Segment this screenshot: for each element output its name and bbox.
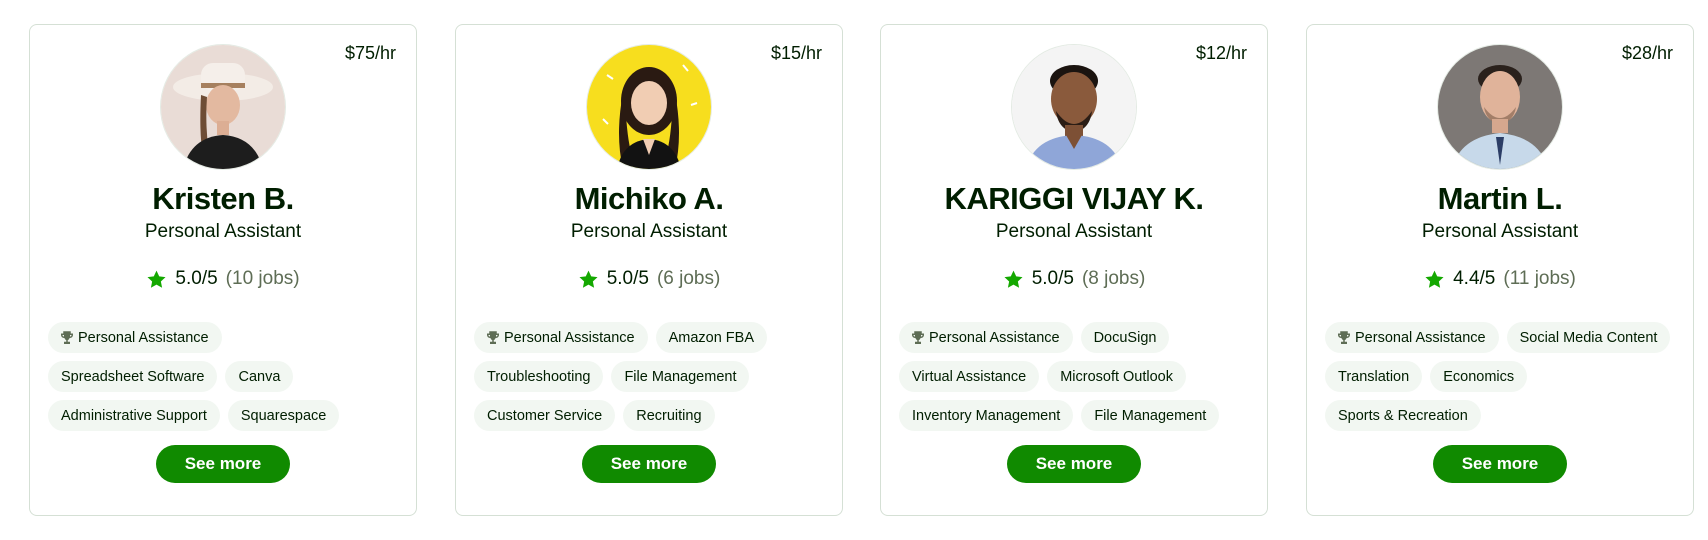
- skill-pill[interactable]: Virtual Assistance: [899, 361, 1040, 392]
- star-icon: [1004, 270, 1023, 288]
- star-icon: [147, 270, 166, 288]
- skill-pill-top[interactable]: Personal Assistance: [474, 322, 648, 353]
- freelancer-card[interactable]: $15/hr Michiko A. Personal Assistant 5.0…: [455, 24, 843, 516]
- avatar[interactable]: [587, 45, 711, 169]
- hourly-rate: $15/hr: [770, 43, 822, 63]
- trophy-icon: [1338, 330, 1350, 344]
- job-count: (8 jobs): [1081, 268, 1146, 289]
- skill-pill[interactable]: Microsoft Outlook: [1047, 361, 1187, 392]
- skill-label: Personal Assistance: [504, 329, 635, 346]
- skill-pill[interactable]: Troubleshooting: [474, 361, 604, 392]
- skill-label: Personal Assistance: [1355, 329, 1486, 346]
- skill-pill[interactable]: Squarespace: [227, 400, 340, 431]
- job-count: (11 jobs): [1503, 268, 1576, 289]
- skill-pill[interactable]: Amazon FBA: [655, 322, 767, 353]
- rating-score: 5.0/5: [1031, 268, 1074, 289]
- avatar[interactable]: [1438, 45, 1562, 169]
- skill-pill[interactable]: File Management: [1081, 400, 1220, 431]
- hourly-rate: $75/hr: [344, 43, 396, 63]
- skill-pill-top[interactable]: Personal Assistance: [48, 322, 222, 353]
- skill-label: Personal Assistance: [78, 329, 209, 346]
- freelancer-name[interactable]: Kristen B.: [30, 181, 416, 217]
- freelancer-title: Personal Assistant: [995, 221, 1153, 242]
- see-more-button[interactable]: See more: [156, 445, 290, 483]
- skill-pill[interactable]: Sports & Recreation: [1325, 400, 1481, 431]
- freelancer-card[interactable]: $75/hr Kristen B. Personal Assistant 5.0…: [29, 24, 417, 516]
- rating-score: 4.4/5: [1453, 268, 1496, 289]
- skill-list: Personal Assistance DocuSign Virtual Ass…: [899, 322, 1249, 431]
- skill-list: Personal Assistance Amazon FBA Troublesh…: [474, 322, 824, 431]
- trophy-icon: [912, 330, 924, 344]
- rating: 4.4/5 (11 jobs): [1307, 268, 1693, 290]
- skill-pill[interactable]: Inventory Management: [899, 400, 1074, 431]
- freelancer-grid: $75/hr Kristen B. Personal Assistant 5.0…: [0, 0, 1708, 540]
- rating: 5.0/5 (6 jobs): [456, 268, 842, 290]
- skill-pill[interactable]: Social Media Content: [1506, 322, 1671, 353]
- skill-list: Personal Assistance Spreadsheet Software…: [48, 322, 398, 431]
- rating: 5.0/5 (8 jobs): [881, 268, 1267, 290]
- avatar[interactable]: [1012, 45, 1136, 169]
- skill-pill[interactable]: DocuSign: [1080, 322, 1170, 353]
- avatar[interactable]: [161, 45, 285, 169]
- skill-pill[interactable]: Economics: [1430, 361, 1528, 392]
- skill-pill-top[interactable]: Personal Assistance: [1325, 322, 1499, 353]
- see-more-button[interactable]: See more: [1007, 445, 1141, 483]
- freelancer-card[interactable]: $28/hr Martin L. Personal Assistant 4.4/…: [1306, 24, 1694, 516]
- skill-pill[interactable]: Spreadsheet Software: [48, 361, 218, 392]
- skill-list: Personal Assistance Social Media Content…: [1325, 322, 1675, 431]
- star-icon: [579, 270, 598, 288]
- freelancer-card[interactable]: $12/hr KARIGGI VIJAY K. Personal Assista…: [880, 24, 1268, 516]
- hourly-rate: $28/hr: [1621, 43, 1673, 63]
- freelancer-title: Personal Assistant: [570, 221, 728, 242]
- skill-pill[interactable]: Administrative Support: [48, 400, 220, 431]
- see-more-button[interactable]: See more: [582, 445, 716, 483]
- skill-label: Personal Assistance: [929, 329, 1060, 346]
- skill-pill[interactable]: Translation: [1325, 361, 1423, 392]
- freelancer-name[interactable]: Michiko A.: [456, 181, 842, 217]
- see-more-button[interactable]: See more: [1433, 445, 1567, 483]
- skill-pill[interactable]: Recruiting: [623, 400, 715, 431]
- freelancer-name[interactable]: Martin L.: [1307, 181, 1693, 217]
- trophy-icon: [61, 330, 73, 344]
- freelancer-title: Personal Assistant: [144, 221, 302, 242]
- rating-score: 5.0/5: [606, 268, 649, 289]
- freelancer-title: Personal Assistant: [1421, 221, 1579, 242]
- rating-score: 5.0/5: [175, 268, 218, 289]
- freelancer-name[interactable]: KARIGGI VIJAY K.: [881, 181, 1267, 217]
- hourly-rate: $12/hr: [1195, 43, 1247, 63]
- trophy-icon: [487, 330, 499, 344]
- skill-pill[interactable]: File Management: [611, 361, 750, 392]
- skill-pill[interactable]: Customer Service: [474, 400, 616, 431]
- skill-pill-top[interactable]: Personal Assistance: [899, 322, 1073, 353]
- rating: 5.0/5 (10 jobs): [30, 268, 416, 290]
- star-icon: [1425, 270, 1444, 288]
- job-count: (6 jobs): [656, 268, 721, 289]
- skill-pill[interactable]: Canva: [225, 361, 294, 392]
- job-count: (10 jobs): [225, 268, 300, 289]
